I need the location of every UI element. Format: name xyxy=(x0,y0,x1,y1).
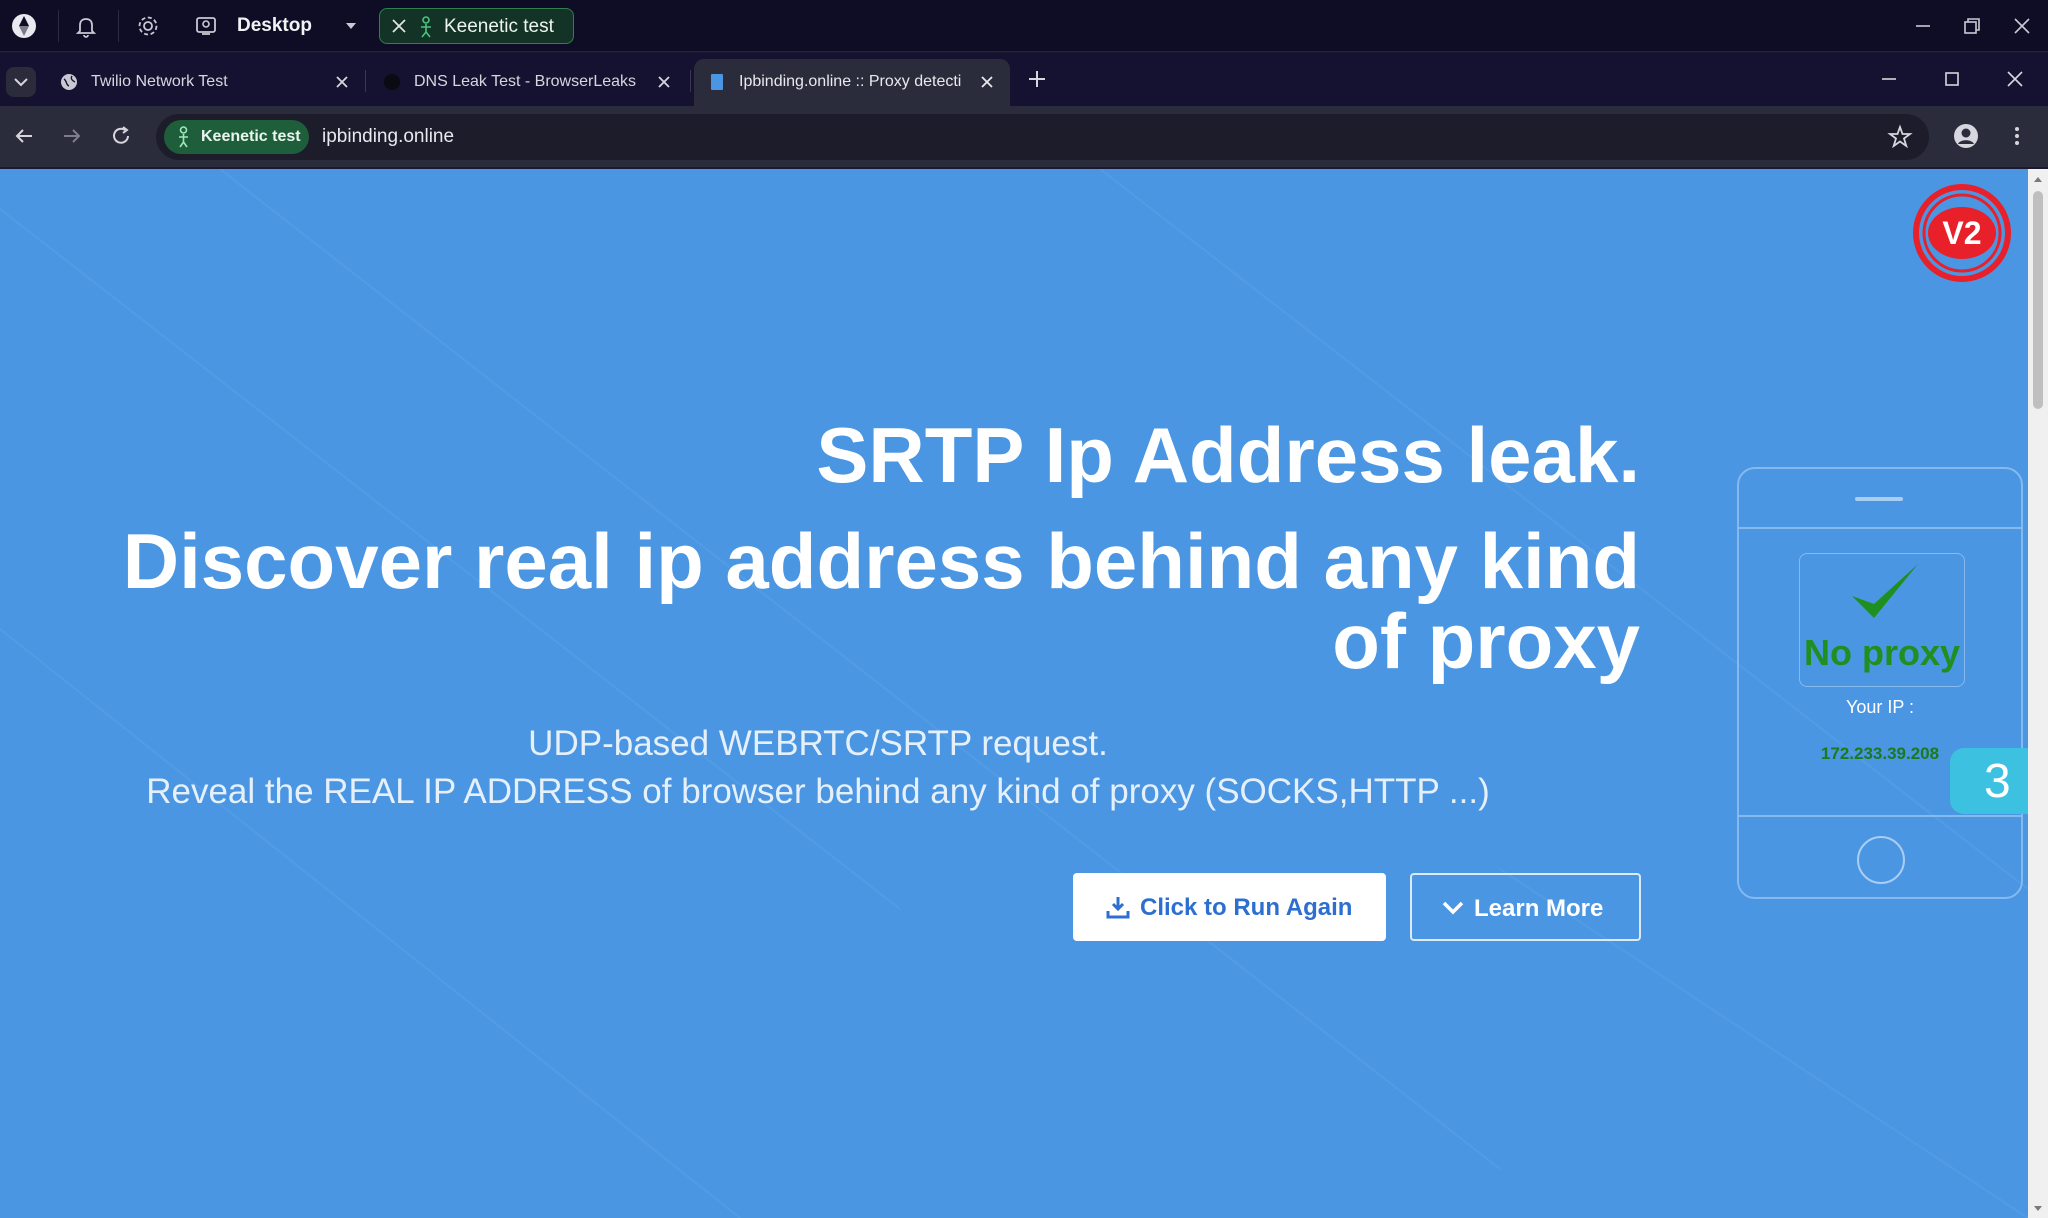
os-top-bar: Desktop Keenetic test xyxy=(0,0,2048,52)
menu-icon[interactable] xyxy=(2004,123,2030,149)
back-icon[interactable] xyxy=(11,123,37,149)
close-window-icon[interactable] xyxy=(2004,68,2026,90)
run-again-label: Click to Run Again xyxy=(1140,894,1353,921)
side-badge-number: 3 xyxy=(1984,755,2011,808)
profile-chip[interactable]: Keenetic test xyxy=(164,120,309,154)
profile-name: Keenetic test xyxy=(444,16,554,37)
bookmark-star-icon[interactable] xyxy=(1887,124,1913,150)
forward-icon[interactable] xyxy=(59,123,85,149)
ip-label: Your IP : xyxy=(1845,697,1915,717)
url-text[interactable]: ipbinding.online xyxy=(322,126,454,148)
minimize-icon[interactable] xyxy=(1878,68,1900,90)
scroll-up-icon[interactable] xyxy=(2033,175,2043,185)
person-icon xyxy=(421,16,431,38)
profile-avatar-icon[interactable] xyxy=(1953,123,1979,149)
close-window-icon[interactable] xyxy=(2010,14,2034,38)
workspace-label[interactable]: Desktop xyxy=(237,15,312,37)
learn-more-button[interactable]: Learn More xyxy=(1410,873,1641,941)
bell-icon[interactable] xyxy=(73,13,99,39)
profile-chip-label: Keenetic test xyxy=(201,128,301,145)
tab-title: Twilio Network Test xyxy=(91,73,228,90)
tab-dns-leak[interactable]: DNS Leak Test - BrowserLeaks xyxy=(369,59,679,106)
scroll-down-icon[interactable] xyxy=(2033,1203,2043,1213)
tab-ipbinding[interactable]: Ipbinding.online :: Proxy detecti xyxy=(694,59,1010,106)
logo-text: V2 xyxy=(1942,215,1981,251)
page-icon xyxy=(711,74,723,90)
phone-speaker xyxy=(1855,497,1903,501)
close-icon[interactable] xyxy=(391,18,407,34)
subtitle-description: Reveal the REAL IP ADDRESS of browser be… xyxy=(146,772,1490,811)
close-icon[interactable] xyxy=(335,75,349,89)
phone-home-button xyxy=(1857,836,1905,884)
chevron-down-icon xyxy=(1442,901,1464,915)
page-headline: Discover real ip address behind any kind… xyxy=(122,517,1640,685)
subtitle-protocol: UDP-based WEBRTC/SRTP request. xyxy=(528,724,1108,763)
minimize-icon[interactable] xyxy=(1911,14,1935,38)
tab-title: Ipbinding.online :: Proxy detecti xyxy=(739,73,962,90)
person-icon xyxy=(179,126,188,148)
v2-logo: V2 xyxy=(1913,184,2011,282)
new-tab-icon[interactable] xyxy=(1026,68,1048,90)
gear-icon[interactable] xyxy=(135,13,161,39)
reload-icon[interactable] xyxy=(108,123,134,149)
profile-chip[interactable]: Keenetic test xyxy=(379,8,574,44)
browser-toolbar: Keenetic test ipbinding.online xyxy=(0,106,2048,168)
background-pattern xyxy=(0,169,2028,1218)
page-scrollbar[interactable] xyxy=(2028,169,2048,1218)
download-icon xyxy=(1106,897,1130,919)
proxy-status: No proxy xyxy=(1803,632,1961,673)
browser-logo-icon[interactable] xyxy=(11,13,37,39)
page-title: SRTP Ip Address leak. xyxy=(816,411,1640,499)
tab-twilio[interactable]: Twilio Network Test xyxy=(46,59,356,106)
workspace-icon[interactable] xyxy=(193,13,219,39)
proxy-status-card: No proxy xyxy=(1799,553,1965,687)
close-icon[interactable] xyxy=(980,75,994,89)
tab-title: DNS Leak Test - BrowserLeaks xyxy=(414,73,637,90)
restore-icon[interactable] xyxy=(1960,14,1984,38)
scrollbar-thumb[interactable] xyxy=(2033,191,2043,409)
close-icon[interactable] xyxy=(657,75,671,89)
maximize-icon[interactable] xyxy=(1941,68,1963,90)
side-badge[interactable]: 3 xyxy=(1950,748,2028,814)
globe-icon xyxy=(61,74,77,90)
browserleaks-icon xyxy=(384,74,400,90)
tab-list-icon[interactable] xyxy=(6,67,36,97)
learn-more-label: Learn More xyxy=(1474,895,1604,922)
checkmark-icon xyxy=(1852,564,1918,618)
tab-strip: Twilio Network Test DNS Leak Test - Brow… xyxy=(0,53,2048,106)
run-again-button[interactable]: Click to Run Again xyxy=(1073,873,1386,941)
web-page: V2 SRTP Ip Address leak. Discover real i… xyxy=(0,169,2028,1218)
address-bar[interactable]: Keenetic test ipbinding.online xyxy=(156,114,1929,160)
phone-widget: No proxy Your IP : 172.233.39.208 xyxy=(1737,467,2023,899)
chevron-down-icon[interactable] xyxy=(343,18,359,34)
